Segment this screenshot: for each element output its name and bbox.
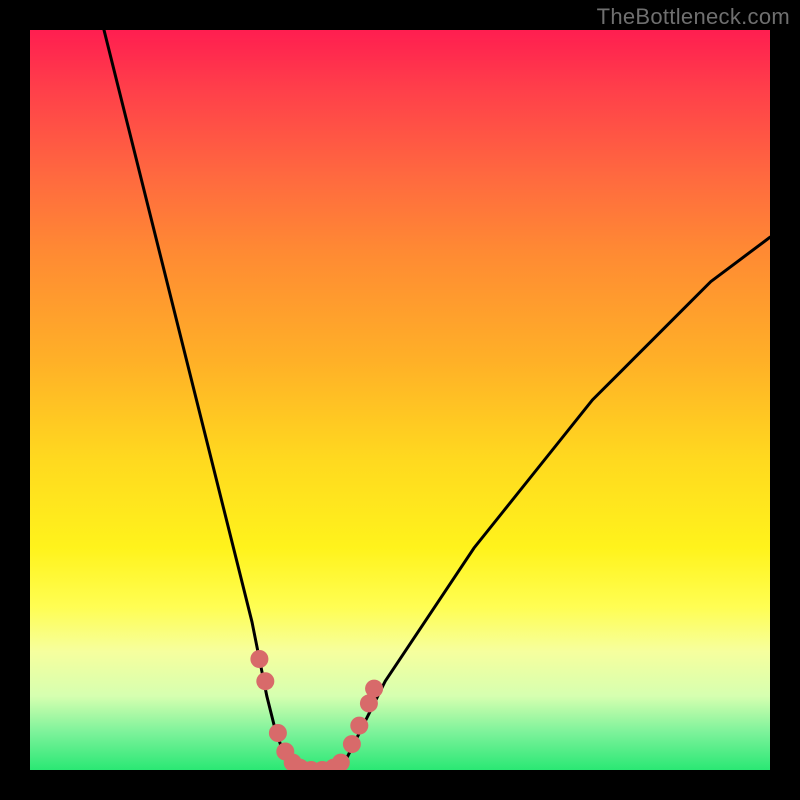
chart-frame: TheBottleneck.com bbox=[0, 0, 800, 800]
highlight-dot bbox=[350, 717, 368, 735]
highlight-dot bbox=[343, 735, 361, 753]
bottleneck-curve bbox=[104, 30, 770, 770]
highlight-dot bbox=[250, 650, 268, 668]
highlight-dot bbox=[269, 724, 287, 742]
curve-layer bbox=[104, 30, 770, 770]
highlight-dot bbox=[256, 672, 274, 690]
chart-plot-area bbox=[30, 30, 770, 770]
watermark-text: TheBottleneck.com bbox=[597, 4, 790, 30]
highlight-dot bbox=[365, 680, 383, 698]
chart-svg bbox=[30, 30, 770, 770]
